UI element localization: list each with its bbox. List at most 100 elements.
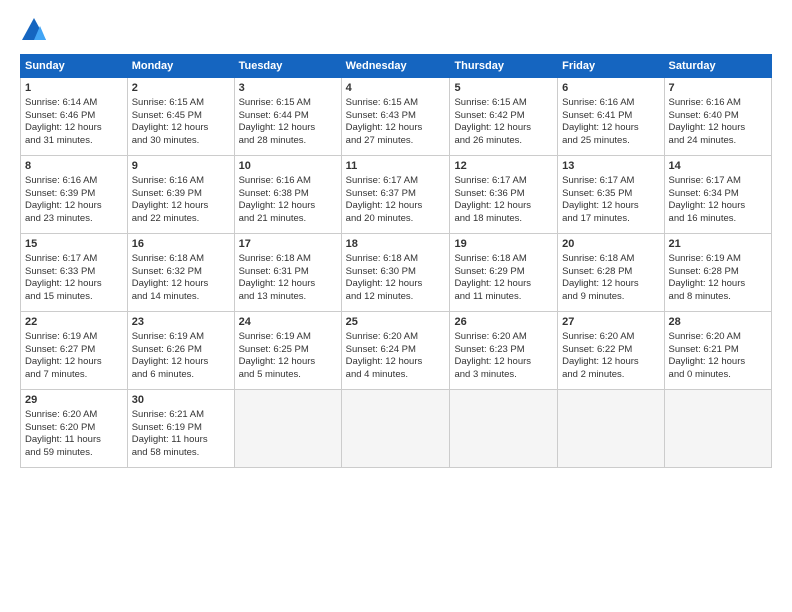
day-info-line: Sunset: 6:22 PM bbox=[562, 344, 659, 357]
calendar-cell: 7Sunrise: 6:16 AMSunset: 6:40 PMDaylight… bbox=[664, 78, 771, 156]
day-number: 22 bbox=[25, 315, 123, 330]
day-info-line: Daylight: 12 hours bbox=[132, 278, 230, 291]
day-number: 20 bbox=[562, 237, 659, 252]
day-header-thursday: Thursday bbox=[450, 55, 558, 78]
day-info-line: and 58 minutes. bbox=[132, 447, 230, 460]
day-info-line: Sunrise: 6:17 AM bbox=[454, 175, 553, 188]
calendar-cell: 10Sunrise: 6:16 AMSunset: 6:38 PMDayligh… bbox=[234, 156, 341, 234]
day-number: 9 bbox=[132, 159, 230, 174]
calendar-cell: 9Sunrise: 6:16 AMSunset: 6:39 PMDaylight… bbox=[127, 156, 234, 234]
day-header-friday: Friday bbox=[558, 55, 664, 78]
day-info-line: Sunset: 6:24 PM bbox=[346, 344, 446, 357]
calendar-body: 1Sunrise: 6:14 AMSunset: 6:46 PMDaylight… bbox=[21, 78, 772, 468]
day-number: 6 bbox=[562, 81, 659, 96]
calendar-cell bbox=[664, 390, 771, 468]
logo-icon bbox=[20, 16, 48, 44]
day-info-line: Daylight: 12 hours bbox=[25, 278, 123, 291]
day-info-line: Sunrise: 6:16 AM bbox=[562, 97, 659, 110]
day-number: 14 bbox=[669, 159, 767, 174]
day-info-line: Daylight: 12 hours bbox=[132, 200, 230, 213]
week-row-1: 1Sunrise: 6:14 AMSunset: 6:46 PMDaylight… bbox=[21, 78, 772, 156]
day-info-line: Sunset: 6:45 PM bbox=[132, 110, 230, 123]
calendar-cell: 12Sunrise: 6:17 AMSunset: 6:36 PMDayligh… bbox=[450, 156, 558, 234]
day-number: 30 bbox=[132, 393, 230, 408]
day-info-line: Sunset: 6:42 PM bbox=[454, 110, 553, 123]
day-info-line: Sunset: 6:23 PM bbox=[454, 344, 553, 357]
day-info-line: Sunrise: 6:16 AM bbox=[669, 97, 767, 110]
day-number: 21 bbox=[669, 237, 767, 252]
day-number: 27 bbox=[562, 315, 659, 330]
day-info-line: Sunrise: 6:18 AM bbox=[132, 253, 230, 266]
day-info-line: and 27 minutes. bbox=[346, 135, 446, 148]
day-header-saturday: Saturday bbox=[664, 55, 771, 78]
day-info-line: Sunset: 6:20 PM bbox=[25, 422, 123, 435]
day-info-line: and 17 minutes. bbox=[562, 213, 659, 226]
day-info-line: Sunset: 6:32 PM bbox=[132, 266, 230, 279]
calendar-cell: 19Sunrise: 6:18 AMSunset: 6:29 PMDayligh… bbox=[450, 234, 558, 312]
day-info-line: Sunset: 6:28 PM bbox=[562, 266, 659, 279]
day-info-line: Daylight: 12 hours bbox=[454, 356, 553, 369]
day-number: 11 bbox=[346, 159, 446, 174]
day-info-line: Daylight: 12 hours bbox=[669, 122, 767, 135]
day-info-line: Sunrise: 6:15 AM bbox=[132, 97, 230, 110]
day-info-line: Sunrise: 6:15 AM bbox=[346, 97, 446, 110]
day-info-line: and 22 minutes. bbox=[132, 213, 230, 226]
day-info-line: and 6 minutes. bbox=[132, 369, 230, 382]
day-info-line: Daylight: 12 hours bbox=[454, 200, 553, 213]
calendar-cell: 8Sunrise: 6:16 AMSunset: 6:39 PMDaylight… bbox=[21, 156, 128, 234]
calendar-cell bbox=[558, 390, 664, 468]
day-info-line: and 9 minutes. bbox=[562, 291, 659, 304]
day-number: 25 bbox=[346, 315, 446, 330]
day-info-line: Sunset: 6:29 PM bbox=[454, 266, 553, 279]
day-info-line: and 26 minutes. bbox=[454, 135, 553, 148]
day-header-monday: Monday bbox=[127, 55, 234, 78]
day-info-line: Sunrise: 6:14 AM bbox=[25, 97, 123, 110]
calendar-header-row: SundayMondayTuesdayWednesdayThursdayFrid… bbox=[21, 55, 772, 78]
day-info-line: Sunset: 6:25 PM bbox=[239, 344, 337, 357]
calendar-cell: 26Sunrise: 6:20 AMSunset: 6:23 PMDayligh… bbox=[450, 312, 558, 390]
day-info-line: Daylight: 12 hours bbox=[562, 278, 659, 291]
day-info-line: Sunset: 6:34 PM bbox=[669, 188, 767, 201]
day-info-line: Daylight: 12 hours bbox=[132, 356, 230, 369]
header bbox=[20, 16, 772, 44]
day-info-line: Sunrise: 6:16 AM bbox=[239, 175, 337, 188]
day-info-line: and 11 minutes. bbox=[454, 291, 553, 304]
day-number: 19 bbox=[454, 237, 553, 252]
week-row-2: 8Sunrise: 6:16 AMSunset: 6:39 PMDaylight… bbox=[21, 156, 772, 234]
day-info-line: Daylight: 11 hours bbox=[25, 434, 123, 447]
day-info-line: Sunset: 6:28 PM bbox=[669, 266, 767, 279]
calendar-cell: 23Sunrise: 6:19 AMSunset: 6:26 PMDayligh… bbox=[127, 312, 234, 390]
day-info-line: and 59 minutes. bbox=[25, 447, 123, 460]
day-info-line: and 13 minutes. bbox=[239, 291, 337, 304]
day-info-line: Daylight: 11 hours bbox=[132, 434, 230, 447]
calendar-cell: 11Sunrise: 6:17 AMSunset: 6:37 PMDayligh… bbox=[341, 156, 450, 234]
calendar-table: SundayMondayTuesdayWednesdayThursdayFrid… bbox=[20, 54, 772, 468]
day-info-line: Sunset: 6:35 PM bbox=[562, 188, 659, 201]
day-number: 18 bbox=[346, 237, 446, 252]
day-info-line: Sunset: 6:43 PM bbox=[346, 110, 446, 123]
day-info-line: and 18 minutes. bbox=[454, 213, 553, 226]
day-info-line: Sunrise: 6:20 AM bbox=[454, 331, 553, 344]
calendar-cell: 5Sunrise: 6:15 AMSunset: 6:42 PMDaylight… bbox=[450, 78, 558, 156]
day-info-line: Daylight: 12 hours bbox=[562, 200, 659, 213]
day-info-line: Sunrise: 6:15 AM bbox=[239, 97, 337, 110]
day-header-wednesday: Wednesday bbox=[341, 55, 450, 78]
day-info-line: Sunset: 6:21 PM bbox=[669, 344, 767, 357]
day-number: 5 bbox=[454, 81, 553, 96]
day-number: 26 bbox=[454, 315, 553, 330]
day-info-line: Sunset: 6:19 PM bbox=[132, 422, 230, 435]
calendar-cell: 13Sunrise: 6:17 AMSunset: 6:35 PMDayligh… bbox=[558, 156, 664, 234]
day-info-line: and 12 minutes. bbox=[346, 291, 446, 304]
day-info-line: and 14 minutes. bbox=[132, 291, 230, 304]
day-header-sunday: Sunday bbox=[21, 55, 128, 78]
day-number: 17 bbox=[239, 237, 337, 252]
day-info-line: Sunset: 6:31 PM bbox=[239, 266, 337, 279]
calendar-cell: 22Sunrise: 6:19 AMSunset: 6:27 PMDayligh… bbox=[21, 312, 128, 390]
day-info-line: Sunset: 6:30 PM bbox=[346, 266, 446, 279]
day-info-line: Sunset: 6:39 PM bbox=[132, 188, 230, 201]
day-number: 15 bbox=[25, 237, 123, 252]
day-info-line: Sunrise: 6:20 AM bbox=[669, 331, 767, 344]
day-info-line: and 25 minutes. bbox=[562, 135, 659, 148]
day-info-line: Daylight: 12 hours bbox=[239, 122, 337, 135]
day-info-line: Sunrise: 6:21 AM bbox=[132, 409, 230, 422]
